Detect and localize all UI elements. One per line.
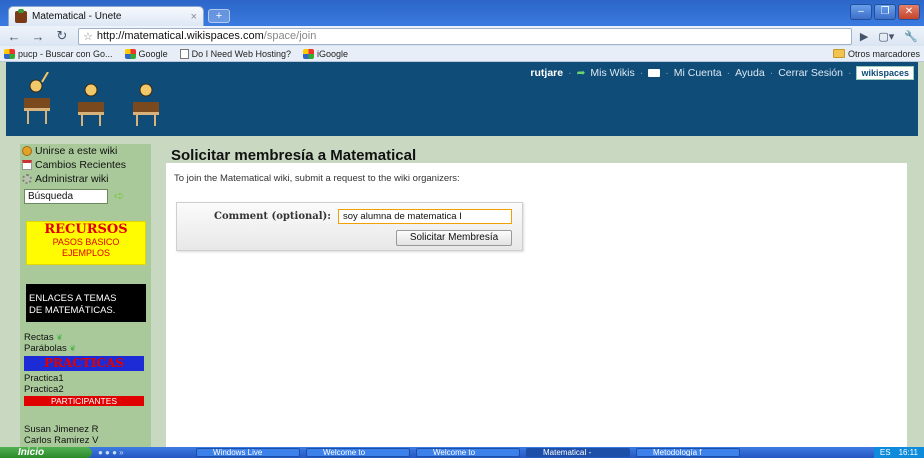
quick-launch[interactable]: ● ● ● »: [92, 448, 196, 457]
bookmark-label: Google: [138, 48, 168, 59]
sidebar-item-unirse[interactable]: Unirse a este wiki: [20, 144, 151, 158]
google-icon: [302, 48, 314, 59]
link-rectas[interactable]: Rectas: [24, 332, 54, 343]
wrench-icon[interactable]: 🔧: [904, 30, 918, 43]
address-bar[interactable]: ☆ http://matematical.wikispaces.com/spac…: [78, 27, 852, 45]
window-controls: – ❐ ✕: [850, 4, 920, 20]
recursos-link-pasos[interactable]: PASOS BASICO: [27, 237, 145, 248]
gear-icon: [22, 174, 32, 184]
reload-icon[interactable]: ↻: [54, 28, 70, 44]
folder-icon: [832, 49, 845, 58]
bookmark-label: pucp - Buscar con Go...: [18, 48, 113, 59]
recursos-title: RECURSOS: [44, 222, 128, 237]
browser-toolbar: ← → ↻ ☆ http://matematical.wikispaces.co…: [0, 26, 924, 46]
site-header: rutjare · ➦ Mis Wikis · · Mi Cuenta · Ay…: [6, 62, 918, 136]
other-bookmarks-label: Otros marcadores: [847, 48, 920, 59]
mail-icon[interactable]: [648, 69, 661, 77]
link-practica2[interactable]: Practica2: [24, 384, 151, 395]
wikis-arrow-icon: ➦: [576, 67, 586, 79]
minimize-icon[interactable]: –: [850, 4, 872, 20]
page-menu-icon[interactable]: ▶: [860, 30, 868, 43]
url-path: /space/join: [263, 30, 317, 42]
enlaces-line2: DE MATEMÁTICAS.: [29, 305, 116, 316]
start-button[interactable]: Inicio: [0, 447, 92, 458]
sidebar-item-label: Unirse a este wiki: [35, 145, 118, 157]
url-host: http://matematical.wikispaces.com: [96, 30, 264, 42]
browser-tab[interactable]: Matematical - Únete ×: [8, 6, 204, 26]
cerrar-sesion-link[interactable]: Cerrar Sesión: [778, 67, 843, 79]
practicas-banner: PRACTICAS: [24, 356, 144, 371]
classroom-logo: [24, 72, 159, 126]
mis-wikis-link[interactable]: Mis Wikis: [590, 67, 634, 79]
bookmark-google[interactable]: Google: [124, 48, 168, 59]
bookmark-label: Do I Need Web Hosting?: [191, 48, 291, 59]
new-tab-button[interactable]: +: [208, 9, 230, 23]
taskbar-item[interactable]: Welcome to: [416, 448, 520, 457]
close-tab-icon[interactable]: ×: [191, 11, 197, 23]
restore-icon[interactable]: ❐: [874, 4, 896, 20]
taskbar-item[interactable]: Windows Live: [196, 448, 300, 457]
comment-label: Comment (optional):: [214, 211, 331, 222]
sidebar: Unirse a este wiki Cambios Recientes Adm…: [20, 144, 151, 447]
google-icon: [4, 48, 15, 59]
clock: 16:11: [898, 448, 918, 457]
bookmark-label: iGoogle: [316, 48, 348, 59]
page-icon: [179, 48, 189, 59]
participant-name: Susan Jimenez R: [24, 424, 99, 435]
browser-tab-strip: Matematical - Únete × + – ❐ ✕: [0, 0, 924, 26]
windows-taskbar: Inicio ● ● ● » Windows Live Welcome to W…: [0, 447, 924, 458]
forward-icon[interactable]: →: [30, 29, 46, 44]
participantes-banner: PARTICIPANTES: [24, 396, 144, 406]
join-instructions: To join the Matematical wiki, submit a r…: [174, 173, 460, 184]
ayuda-link[interactable]: Ayuda: [735, 67, 765, 79]
enlaces-line1: ENLACES A TEMAS: [29, 293, 117, 304]
language-indicator[interactable]: ES: [880, 447, 891, 458]
join-form: Comment (optional): soy alumna de matema…: [176, 202, 523, 251]
taskbar-item[interactable]: Welcome to: [306, 448, 410, 457]
tab-title: Matematical - Únete: [32, 11, 122, 22]
enlaces-banner: ENLACES A TEMAS DE MATEMÁTICAS.: [26, 284, 146, 322]
web-page: rutjare · ➦ Mis Wikis · · Mi Cuenta · Ay…: [0, 62, 924, 447]
sidebar-item-label: Administrar wiki: [35, 173, 109, 185]
back-icon[interactable]: ←: [6, 29, 22, 44]
bookmark-hosting[interactable]: Do I Need Web Hosting?: [179, 48, 291, 59]
bookmarks-bar: pucp - Buscar con Go... Google Do I Need…: [0, 46, 924, 62]
close-window-icon[interactable]: ✕: [898, 4, 920, 20]
taskbar-item[interactable]: Metodología f: [636, 448, 740, 457]
main-content: To join the Matematical wiki, submit a r…: [166, 163, 907, 447]
username-link[interactable]: rutjare: [530, 67, 563, 79]
page-icon[interactable]: ▢▾: [878, 30, 894, 43]
mi-cuenta-link[interactable]: Mi Cuenta: [674, 67, 722, 79]
link-practica1[interactable]: Practica1: [24, 373, 151, 384]
comment-input[interactable]: soy alumna de matematica I: [338, 209, 512, 224]
bookmark-pucp[interactable]: pucp - Buscar con Go...: [4, 48, 113, 59]
page-title: Solicitar membresía a Matematical: [171, 147, 417, 164]
leaf-icon: ❦: [69, 344, 77, 353]
bookmark-igoogle[interactable]: iGoogle: [302, 48, 348, 59]
user-nav: rutjare · ➦ Mis Wikis · · Mi Cuenta · Ay…: [530, 66, 914, 80]
search-go-icon[interactable]: ➪: [114, 188, 125, 204]
sidebar-item-cambios[interactable]: Cambios Recientes: [20, 158, 151, 172]
user-add-icon: [22, 146, 32, 156]
participant-name: Carlos Ramirez V: [24, 435, 99, 446]
wiki-favicon-icon: [15, 8, 27, 23]
system-tray: ES 16:11: [873, 447, 924, 458]
google-icon: [124, 48, 136, 59]
sidebar-item-label: Cambios Recientes: [35, 159, 127, 171]
recursos-banner[interactable]: RECURSOS PASOS BASICO EJEMPLOS: [26, 221, 146, 265]
bookmark-star-icon[interactable]: ☆: [83, 30, 93, 43]
request-membership-button[interactable]: Solicitar Membresía: [396, 230, 512, 246]
leaf-icon: ❦: [56, 333, 63, 342]
calendar-icon: [22, 160, 32, 170]
recursos-link-ejemplos[interactable]: EJEMPLOS: [27, 248, 145, 259]
link-parabolas[interactable]: Parábolas: [24, 343, 67, 354]
other-bookmarks[interactable]: Otros marcadores: [832, 48, 920, 59]
search-input[interactable]: Búsqueda: [24, 188, 108, 204]
wikispaces-badge[interactable]: wikispaces: [856, 66, 914, 80]
sidebar-item-administrar[interactable]: Administrar wiki: [20, 172, 151, 186]
taskbar-item-active[interactable]: MatematicaI -: [526, 448, 630, 457]
